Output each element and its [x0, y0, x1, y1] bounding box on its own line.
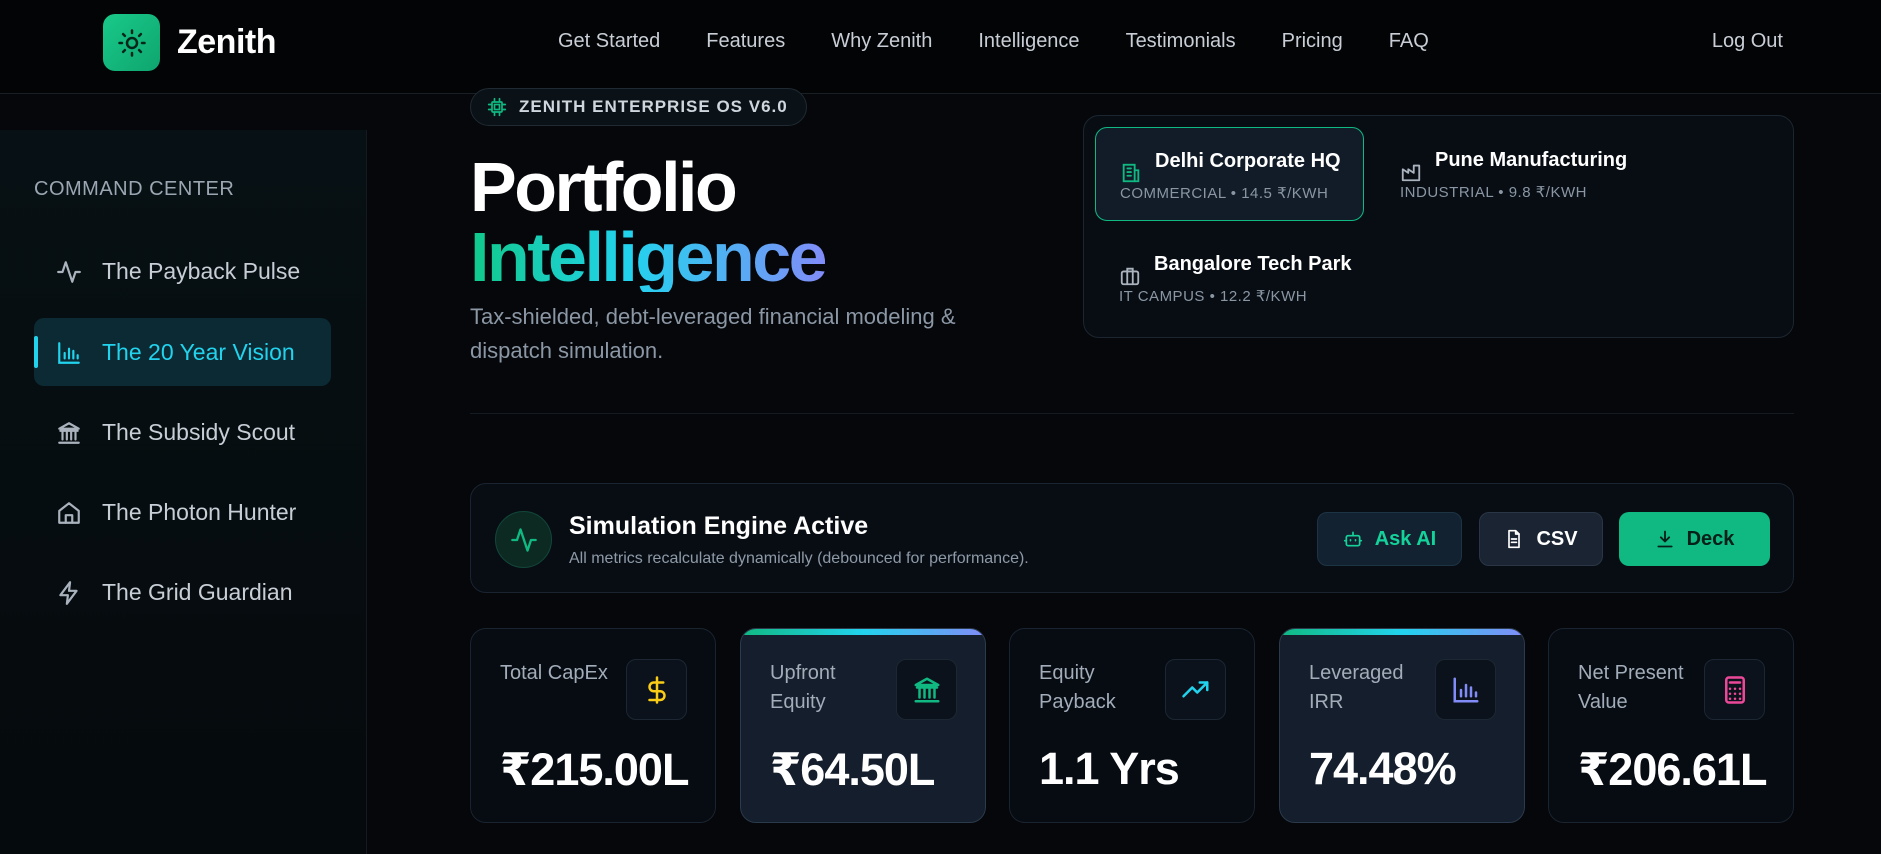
site-card-bangalore[interactable]: Bangalore Tech Park IT CAMPUS • 12.2 ₹/K… [1095, 231, 1364, 325]
sidebar-item-label: The Grid Guardian [102, 578, 293, 605]
deck-label: Deck [1686, 527, 1735, 550]
simulation-engine-panel: Simulation Engine Active All metrics rec… [470, 483, 1794, 593]
activity-icon [495, 511, 552, 568]
ask-ai-label: Ask AI [1374, 527, 1437, 550]
activity-icon [57, 261, 81, 283]
site-name: Pune Manufacturing [1435, 149, 1628, 171]
trending-up-icon [1165, 659, 1226, 720]
kpi-label: Total CapEx [500, 662, 608, 684]
sidebar-item-label: The 20 Year Vision [102, 338, 295, 365]
sidebar-item-photon-hunter[interactable]: The Photon Hunter [34, 478, 331, 546]
kpi-value: 1.1 Yrs [1039, 743, 1180, 794]
kpi-value: ₹215.00L [500, 744, 689, 795]
briefcase-icon [1120, 267, 1140, 286]
sidebar-item-20-year-vision[interactable]: The 20 Year Vision [34, 318, 331, 386]
sidebar-item-payback-pulse[interactable]: The Payback Pulse [34, 237, 331, 305]
nav-testimonials[interactable]: Testimonials [1126, 30, 1236, 53]
sidebar-item-label: The Payback Pulse [102, 257, 301, 284]
site-selector: Delhi Corporate HQ COMMERCIAL • 14.5 ₹/K… [1083, 115, 1794, 338]
csv-label: CSV [1536, 527, 1578, 550]
site-meta: INDUSTRIAL • 9.8 ₹/KWH [1400, 184, 1587, 201]
kpi-label: Net Present Value [1578, 662, 1684, 713]
page-title: Portfolio [470, 148, 738, 226]
section-divider [470, 413, 1794, 414]
version-badge-text: ZENITH ENTERPRISE OS V6.0 [519, 97, 788, 116]
sidebar-item-grid-guardian[interactable]: The Grid Guardian [34, 558, 331, 626]
deck-download-button[interactable]: Deck [1619, 512, 1770, 566]
main-nav: Get Started Features Why Zenith Intellig… [558, 30, 1475, 53]
site-name: Delhi Corporate HQ [1155, 150, 1341, 172]
building-icon [1122, 163, 1140, 183]
download-icon [1657, 530, 1673, 548]
site-card-pune[interactable]: Pune Manufacturing INDUSTRIAL • 9.8 ₹/KW… [1376, 127, 1645, 221]
site-card-delhi[interactable]: Delhi Corporate HQ COMMERCIAL • 14.5 ₹/K… [1095, 127, 1364, 221]
sidebar: COMMAND CENTER The Payback Pulse The 20 … [0, 130, 367, 854]
kpi-card-upfront-equity: Upfront Equity ₹64.50L [740, 628, 986, 823]
nav-get-started[interactable]: Get Started [558, 30, 660, 53]
nav-why-zenith[interactable]: Why Zenith [831, 30, 932, 53]
bar-chart-icon [1435, 659, 1496, 720]
bank-icon [896, 659, 957, 720]
lightning-icon [59, 581, 78, 605]
sun-icon [103, 14, 160, 71]
nav-intelligence[interactable]: Intelligence [978, 30, 1079, 53]
file-text-icon [1508, 529, 1521, 549]
bank-icon [58, 422, 80, 444]
page-title-accent: Intelligence [470, 218, 828, 296]
site-meta: COMMERCIAL • 14.5 ₹/KWH [1120, 185, 1329, 202]
kpi-value: ₹64.50L [770, 744, 935, 795]
kpi-card-equity-payback: Equity Payback 1.1 Yrs [1009, 628, 1255, 823]
ask-ai-button[interactable]: Ask AI [1317, 512, 1462, 566]
kpi-value: 74.48% [1309, 743, 1457, 794]
sidebar-item-label: The Photon Hunter [102, 498, 297, 525]
sidebar-item-subsidy-scout[interactable]: The Subsidy Scout [34, 398, 331, 466]
home-icon [58, 502, 80, 524]
logout-link[interactable]: Log Out [1712, 30, 1783, 53]
engine-title: Simulation Engine Active [569, 512, 869, 540]
sidebar-heading: COMMAND CENTER [34, 178, 235, 200]
cpu-icon [487, 97, 507, 117]
brand-name: Zenith [177, 23, 276, 61]
engine-subtitle: All metrics recalculate dynamically (deb… [569, 550, 1029, 567]
kpi-card-total-capex: Total CapEx ₹215.00L [470, 628, 716, 823]
version-badge: ZENITH ENTERPRISE OS V6.0 [470, 88, 807, 126]
kpi-value: ₹206.61L [1578, 744, 1767, 795]
kpi-label: Equity Payback [1039, 662, 1116, 713]
site-meta: IT CAMPUS • 12.2 ₹/KWH [1119, 288, 1308, 305]
nav-features[interactable]: Features [706, 30, 785, 53]
calculator-icon [1704, 659, 1765, 720]
robot-icon [1343, 531, 1362, 547]
kpi-card-leveraged-irr: Leveraged IRR 74.48% [1279, 628, 1525, 823]
site-name: Bangalore Tech Park [1154, 253, 1352, 275]
dollar-icon [626, 659, 687, 720]
sidebar-item-label: The Subsidy Scout [102, 418, 296, 445]
nav-faq[interactable]: FAQ [1389, 30, 1429, 53]
kpi-card-net-present-value: Net Present Value ₹206.61L [1548, 628, 1794, 823]
factory-icon [1401, 164, 1421, 182]
kpi-label: Upfront Equity [770, 662, 836, 713]
bar-chart-icon [58, 342, 80, 364]
kpi-label: Leveraged IRR [1309, 662, 1404, 713]
page-subtitle: Tax-shielded, debt-leveraged financial m… [470, 304, 956, 363]
brand[interactable]: Zenith [103, 14, 276, 71]
nav-pricing[interactable]: Pricing [1282, 30, 1343, 53]
csv-export-button[interactable]: CSV [1479, 512, 1603, 566]
top-navigation-bar: Zenith Get Started Features Why Zenith I… [0, 0, 1881, 94]
